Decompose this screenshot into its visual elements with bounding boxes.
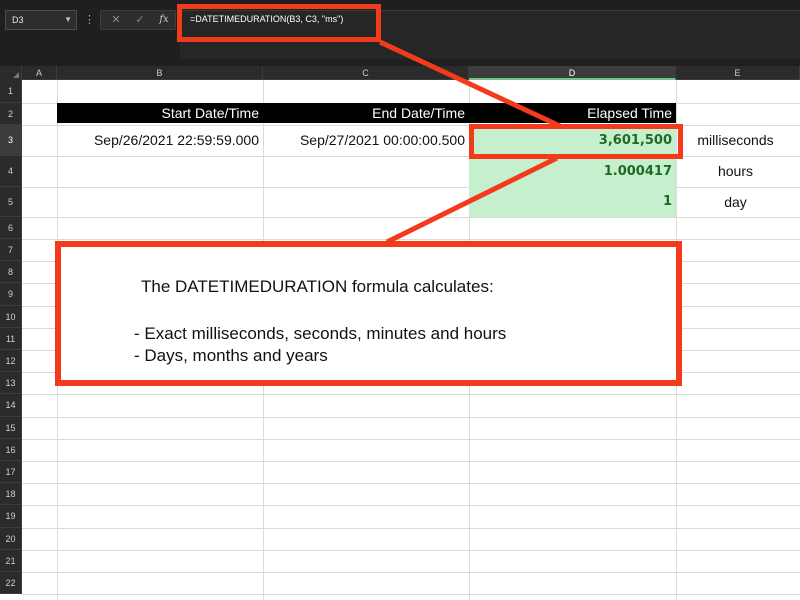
row-header-7[interactable]: 7 bbox=[0, 239, 22, 262]
formula-bar-actions: ✕ ✓ fx bbox=[100, 10, 176, 30]
grid-row-line bbox=[22, 505, 800, 507]
row-header-8[interactable]: 8 bbox=[0, 261, 22, 284]
grid-row-line bbox=[22, 394, 800, 396]
name-box[interactable]: D3 ▼ bbox=[5, 10, 77, 30]
cell-d5-days[interactable]: 1 bbox=[469, 187, 676, 217]
row-header-19[interactable]: 19 bbox=[0, 505, 22, 528]
grid-row-line bbox=[22, 461, 800, 462]
insert-function-icon[interactable]: fx bbox=[155, 11, 173, 29]
callout-line-2: - Days, months and years bbox=[134, 346, 328, 365]
grid-row-line bbox=[22, 483, 800, 485]
column-header-e[interactable]: E bbox=[676, 66, 800, 80]
row-header-15[interactable]: 15 bbox=[0, 416, 22, 439]
row-header-6[interactable]: 6 bbox=[0, 217, 22, 239]
cell-e3-unit[interactable]: milliseconds bbox=[676, 125, 795, 156]
explanation-callout: The DATETIMEDURATION formula calculates:… bbox=[55, 241, 682, 386]
row-header-20[interactable]: 20 bbox=[0, 527, 22, 550]
row-header-14[interactable]: 14 bbox=[0, 394, 22, 417]
callout-line-1: - Exact milliseconds, seconds, minutes a… bbox=[134, 324, 507, 343]
row-header-16[interactable]: 16 bbox=[0, 438, 22, 461]
grid-row-line bbox=[22, 416, 800, 418]
grid-row-line bbox=[22, 572, 800, 573]
column-header-d[interactable]: D bbox=[469, 66, 676, 80]
row-header-17[interactable]: 17 bbox=[0, 461, 22, 484]
cancel-icon[interactable]: ✕ bbox=[107, 11, 125, 29]
row-header-5[interactable]: 5 bbox=[0, 187, 22, 217]
cell-highlight-box bbox=[469, 124, 683, 159]
chevron-down-icon[interactable]: ▼ bbox=[64, 11, 72, 29]
row-header-18[interactable]: 18 bbox=[0, 483, 22, 506]
more-options-icon[interactable]: ⋮ bbox=[84, 10, 95, 30]
column-header-b[interactable]: B bbox=[57, 66, 263, 80]
grid-row-line bbox=[22, 594, 800, 596]
header-start-datetime[interactable]: Start Date/Time bbox=[57, 103, 263, 123]
row-header-11[interactable]: 11 bbox=[0, 327, 22, 350]
grid-row-line bbox=[22, 527, 800, 529]
row-header-2[interactable]: 2 bbox=[0, 103, 22, 125]
row-header-4[interactable]: 4 bbox=[0, 156, 22, 187]
row-header-21[interactable]: 21 bbox=[0, 549, 22, 572]
cell-c3-end-value[interactable]: Sep/27/2021 00:00:00.500 bbox=[263, 125, 469, 156]
cell-d4-hours[interactable]: 1.000417 bbox=[469, 156, 676, 187]
grid-row-line bbox=[22, 438, 800, 440]
grid-row-line bbox=[22, 239, 800, 240]
row-header-1[interactable]: 1 bbox=[0, 80, 22, 103]
row-header-10[interactable]: 10 bbox=[0, 305, 22, 328]
select-all-corner[interactable] bbox=[0, 66, 22, 80]
row-header-9[interactable]: 9 bbox=[0, 283, 22, 306]
row-header-22[interactable]: 22 bbox=[0, 572, 22, 595]
spreadsheet-window: D3 ▼ ⋮ ✕ ✓ fx =DATETIMEDURATION(B3, C3, … bbox=[0, 0, 800, 600]
header-end-datetime[interactable]: End Date/Time bbox=[263, 103, 469, 123]
grid-row-line bbox=[22, 549, 800, 551]
grid-row-line bbox=[22, 217, 800, 218]
callout-title: The DATETIMEDURATION formula calculates: bbox=[141, 277, 494, 296]
name-box-value: D3 bbox=[12, 15, 24, 25]
enter-icon[interactable]: ✓ bbox=[131, 11, 149, 29]
column-header-c[interactable]: C bbox=[263, 66, 469, 80]
row-header-12[interactable]: 12 bbox=[0, 350, 22, 373]
formula-bar: D3 ▼ ⋮ ✕ ✓ fx =DATETIMEDURATION(B3, C3, … bbox=[0, 0, 800, 66]
cell-b3-start-value[interactable]: Sep/26/2021 22:59:59.000 bbox=[57, 125, 263, 156]
column-header-a[interactable]: A bbox=[22, 66, 57, 80]
formula-highlight-box bbox=[177, 4, 381, 42]
header-elapsed-time[interactable]: Elapsed Time bbox=[469, 103, 676, 123]
cell-e4-unit[interactable]: hours bbox=[676, 156, 795, 187]
cell-e5-unit[interactable]: day bbox=[676, 187, 795, 217]
row-header-3[interactable]: 3 bbox=[0, 125, 22, 156]
row-header-13[interactable]: 13 bbox=[0, 372, 22, 395]
